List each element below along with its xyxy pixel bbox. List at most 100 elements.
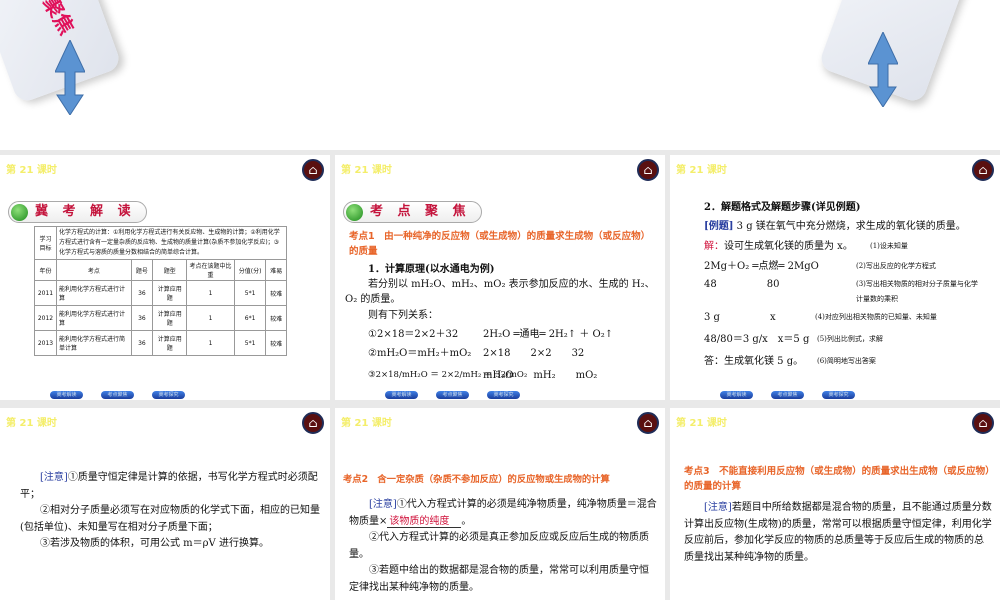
cell: 1 bbox=[186, 305, 235, 331]
nav-button-2[interactable]: 考点聚焦 bbox=[436, 391, 469, 399]
home-icon: ⌂ bbox=[643, 163, 653, 177]
slide-thumbnail-5[interactable]: 第 21 课时 ⌂ 考点2 含一定杂质（杂质不参加反应）的反应物或生成物的计算 … bbox=[335, 408, 665, 600]
example-label: [例题] bbox=[704, 221, 734, 232]
cell: 6*1 bbox=[233, 305, 267, 331]
exam-point-1: 考点1 由一种纯净的反应物（或生成物）的质量求生成物（或反应物）的质量 bbox=[349, 231, 651, 257]
lesson-label: 第 21 课时 bbox=[6, 418, 57, 429]
solution-text: 设可生成氧化镁的质量为 x。 bbox=[724, 241, 853, 252]
nav-button-1[interactable]: 冀考解读 bbox=[385, 391, 418, 399]
table-header: 年份 考点 题号 题型 考点在该题中比重 分值(分) 难易 bbox=[34, 259, 287, 281]
note-label: [注意] bbox=[40, 472, 68, 483]
nav-button-1[interactable]: 冀考解读 bbox=[720, 391, 753, 399]
cell: 计算应用题 bbox=[152, 305, 188, 331]
cell: 5*1 bbox=[233, 280, 267, 306]
example-text: 3 g 镁在氧气中充分燃烧，求生成的氧化镁的质量。 bbox=[733, 221, 966, 232]
lesson-label: 第 21 课时 bbox=[676, 418, 727, 429]
equation: mH₂O mH₂ mO₂ bbox=[483, 370, 598, 381]
lesson-label: 第 21 课时 bbox=[6, 165, 57, 176]
exam-table: 学习目标 化学方程式的计算：①利用化学方程式进行有关反应物、生成物的计算；②利用化… bbox=[34, 226, 287, 356]
cell: 计算应用题 bbox=[152, 330, 188, 356]
home-icon: ⌂ bbox=[308, 416, 318, 430]
th: 分值(分) bbox=[233, 259, 267, 281]
home-button[interactable]: ⌂ bbox=[302, 412, 324, 434]
green-dot-icon bbox=[11, 204, 28, 221]
heading-text: 冀 考 解 读 bbox=[35, 204, 136, 219]
goal-label: 学习目标 bbox=[34, 226, 57, 260]
nav-button-3[interactable]: 冀考探究 bbox=[822, 391, 855, 399]
step-note: (1)设未知量 bbox=[870, 242, 908, 250]
lesson-label: 第 21 课时 bbox=[341, 165, 392, 176]
goal-text: 化学方程式的计算：①利用化学方程式进行有关反应物、生成物的计算；②利用化学方程式… bbox=[56, 226, 287, 260]
nav-button-2[interactable]: 考点聚焦 bbox=[101, 391, 134, 399]
nav-button-3[interactable]: 冀考探究 bbox=[152, 391, 185, 399]
home-button[interactable]: ⌂ bbox=[302, 159, 324, 181]
home-button[interactable]: ⌂ bbox=[637, 412, 659, 434]
nav-button-3[interactable]: 冀考探究 bbox=[487, 391, 520, 399]
text-line: 2．解题格式及解题步骤(详见例题) bbox=[704, 202, 861, 213]
slide-thumbnail-4[interactable]: 第 21 课时 ⌂ [注意]①质量守恒定律是计算的依据，书写化学方程式时必须配平… bbox=[0, 408, 330, 600]
section-heading: 冀 考 解 读 bbox=[8, 201, 147, 223]
note-label: [注意] bbox=[704, 502, 732, 513]
note-text: ③若题中给出的数据都是混合物的质量，常常可以利用质量守恒定律找出某种纯净物的质量… bbox=[349, 565, 649, 593]
cell: 1 bbox=[186, 280, 235, 306]
note-text: ②相对分子质量必须写在对应物质的化学式下面，相应的已知量(包括单位)、未知量写在… bbox=[20, 505, 320, 533]
home-button[interactable]: ⌂ bbox=[637, 159, 659, 181]
lesson-label: 第 21 课时 bbox=[341, 418, 392, 429]
table-row: 2012 能利用化学方程式进行计算 36 计算应用题 1 6*1 较难 bbox=[34, 305, 287, 331]
cell: 2013 bbox=[34, 330, 57, 356]
up-down-arrow-icon bbox=[55, 40, 85, 115]
exam-point-3: 考点3 不能直接利用反应物（或生成物）的质量求出生成物（或反应物）的质量的计算 bbox=[684, 466, 990, 492]
th: 题号 bbox=[130, 259, 154, 281]
slide-thumbnail-1[interactable]: 第 21 课时 ⌂ 冀 考 解 读 学习目标 化学方程式的计算：①利用化学方程式进… bbox=[0, 155, 330, 400]
cell: 2011 bbox=[34, 280, 57, 306]
th: 考点在该题中比重 bbox=[186, 259, 235, 281]
nav-button-1[interactable]: 冀考解读 bbox=[50, 391, 83, 399]
green-dot-icon bbox=[346, 204, 363, 221]
text-line: 若分别以 mH₂O、mH₂、mO₂ 表示参加反应的水、生成的 H₂、O₂ 的质量… bbox=[345, 279, 655, 305]
step-note: (4)对应列出相关物质的已知量、未知量 bbox=[815, 313, 937, 321]
cell: 1 bbox=[186, 330, 235, 356]
th: 难易 bbox=[265, 259, 287, 281]
cell: 36 bbox=[130, 330, 154, 356]
note-text: ③若涉及物质的体积，可用公式 m＝ρV 进行换算。 bbox=[40, 538, 269, 549]
step-note: (6)简明地写出答案 bbox=[817, 357, 876, 365]
home-icon: ⌂ bbox=[643, 416, 653, 430]
cell: 能利用化学方程式进行简单计算 bbox=[56, 330, 132, 356]
cell: 计算应用题 bbox=[152, 280, 188, 306]
nav-button-2[interactable]: 考点聚焦 bbox=[771, 391, 804, 399]
text-line: 则有下列关系： bbox=[368, 310, 438, 321]
up-down-arrow-icon bbox=[868, 32, 898, 107]
th: 年份 bbox=[34, 259, 57, 281]
cell: 2012 bbox=[34, 305, 57, 331]
cell: 较难 bbox=[265, 280, 287, 306]
table-row: 2013 能利用化学方程式进行简单计算 36 计算应用题 1 5*1 较难 bbox=[34, 330, 287, 356]
home-icon: ⌂ bbox=[308, 163, 318, 177]
cell: 36 bbox=[130, 280, 154, 306]
cell: 5*1 bbox=[233, 330, 267, 356]
home-icon: ⌂ bbox=[978, 416, 988, 430]
solution-label: 解： bbox=[704, 241, 724, 252]
fill-blank-answer: 该物质的纯度 bbox=[387, 515, 462, 528]
note-text: ②代入方程式计算的必须是真正参加反应或反应后生成的物质质量。 bbox=[349, 532, 649, 560]
slide-thumbnail-3[interactable]: 第 21 课时 ⌂ 2．解题格式及解题步骤(详见例题) [例题] 3 g 镁在氧… bbox=[670, 155, 1000, 400]
previous-slide-partial[interactable]: 聚焦 bbox=[0, 0, 1000, 150]
note-text: 。 bbox=[461, 515, 472, 527]
exam-point-2: 考点2 含一定杂质（杂质不参加反应）的反应物或生成物的计算 bbox=[343, 474, 610, 485]
cell: 较难 bbox=[265, 330, 287, 356]
equation: 2×18 2×2 32 bbox=[483, 348, 585, 359]
cell: 36 bbox=[130, 305, 154, 331]
home-button[interactable]: ⌂ bbox=[972, 159, 994, 181]
table-row: 2011 能利用化学方程式进行计算 36 计算应用题 1 5*1 较难 bbox=[34, 280, 287, 306]
equation: 2H₂O ═通电═ 2H₂↑ ＋ O₂↑ bbox=[483, 329, 614, 340]
step-note: (3)写出相关物质的相对分子质量与化学计量数的乘积 bbox=[856, 280, 978, 303]
step-note: (2)写出反应的化学方程式 bbox=[856, 262, 936, 270]
cell: 较难 bbox=[265, 305, 287, 331]
slide-thumbnail-6[interactable]: 第 21 课时 ⌂ 考点3 不能直接利用反应物（或生成物）的质量求出生成物（或反… bbox=[670, 408, 1000, 600]
lesson-label: 第 21 课时 bbox=[676, 165, 727, 176]
home-button[interactable]: ⌂ bbox=[972, 412, 994, 434]
text-line: 1．计算原理(以水通电为例) bbox=[368, 264, 495, 275]
step-note: (5)列出比例式，求解 bbox=[817, 335, 883, 343]
home-icon: ⌂ bbox=[978, 163, 988, 177]
th: 考点 bbox=[56, 259, 132, 281]
slide-thumbnail-2[interactable]: 第 21 课时 ⌂ 考 点 聚 焦 考点1 由一种纯净的反应物（或生成物）的质量… bbox=[335, 155, 665, 400]
